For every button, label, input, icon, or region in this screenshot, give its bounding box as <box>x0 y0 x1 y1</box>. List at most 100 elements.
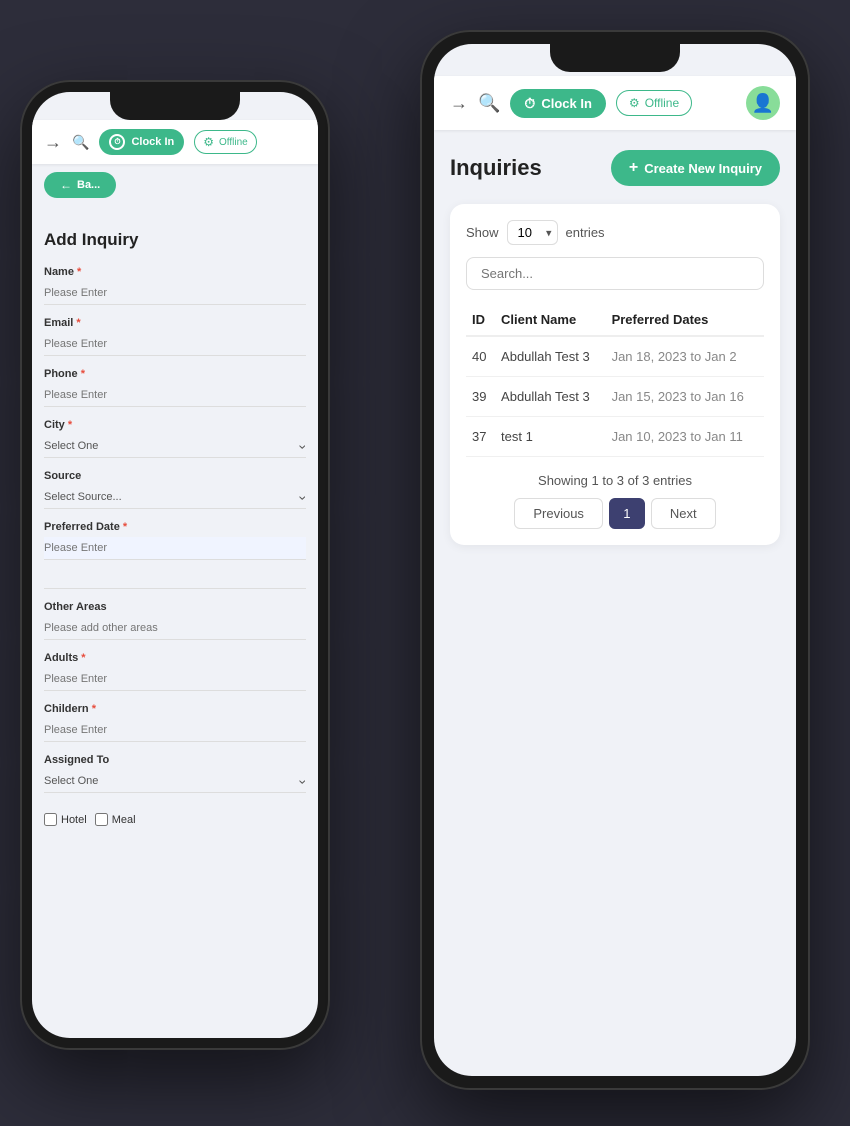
scene: → 🔍 ⏱ Clock In ⚙ Offline ← Ba... <box>0 0 850 1126</box>
email-input[interactable] <box>44 333 306 356</box>
name-input[interactable] <box>44 282 306 305</box>
other-areas-group: Other Areas <box>44 601 306 640</box>
table-body: 40Abdullah Test 3Jan 18, 2023 to Jan 239… <box>466 336 764 457</box>
create-new-inquiry-button[interactable]: + Create New Inquiry <box>611 150 780 186</box>
search-input[interactable] <box>466 257 764 290</box>
inquiries-header: Inquiries + Create New Inquiry <box>450 150 780 186</box>
front-back-arrow-icon: → <box>450 93 468 114</box>
hotel-toggle: Hotel <box>44 813 87 826</box>
preferred-date-label: Preferred Date * <box>44 521 306 533</box>
front-phone-header: → 🔍 ⏱ Clock In ⚙ Offline 👤 <box>434 76 796 130</box>
back-arrow-icon: → <box>44 132 62 153</box>
front-offline-button[interactable]: ⚙ Offline <box>616 90 692 116</box>
plus-icon: + <box>629 159 638 177</box>
meal-toggle: Meal <box>95 813 136 826</box>
table-row[interactable]: 39Abdullah Test 3Jan 15, 2023 to Jan 16 <box>466 377 764 417</box>
cell-preferred-dates: Jan 18, 2023 to Jan 2 <box>606 336 764 377</box>
back-phone: → 🔍 ⏱ Clock In ⚙ Offline ← Ba... <box>20 80 330 1050</box>
phone-input[interactable] <box>44 384 306 407</box>
source-label: Source <box>44 470 306 482</box>
adults-label: Adults * <box>44 652 306 664</box>
back-phone-notch <box>110 92 240 120</box>
user-avatar: 👤 <box>746 86 780 120</box>
add-inquiry-title: Add Inquiry <box>44 230 306 250</box>
front-clock-icon: ⏱ <box>524 95 535 112</box>
other-areas-label: Other Areas <box>44 601 306 613</box>
clock-in-button[interactable]: ⏱ Clock In <box>99 129 184 155</box>
page-1-button[interactable]: 1 <box>609 498 645 529</box>
clock-icon: ⏱ <box>109 134 125 150</box>
table-head: IDClient NamePreferred Dates <box>466 304 764 336</box>
source-select[interactable]: Select Source... <box>44 486 306 509</box>
create-btn-label: Create New Inquiry <box>644 161 762 176</box>
phone-label: Phone * <box>44 368 306 380</box>
phone-field-group: Phone * <box>44 368 306 407</box>
front-phone-screen: → 🔍 ⏱ Clock In ⚙ Offline 👤 Inquiries <box>434 44 796 1076</box>
cell-id: 37 <box>466 417 495 457</box>
show-entries-row: Show 10 25 50 entries <box>466 220 764 245</box>
inquiries-table: IDClient NamePreferred Dates 40Abdullah … <box>466 304 764 457</box>
source-select-wrapper: Select Source... <box>44 486 306 509</box>
cell-client-name: Abdullah Test 3 <box>495 377 606 417</box>
city-field-group: City * Select One <box>44 419 306 458</box>
pagination-buttons: Previous 1 Next <box>514 498 715 529</box>
meal-checkbox[interactable] <box>95 813 108 826</box>
preferred-date-input[interactable] <box>44 537 306 560</box>
previous-button[interactable]: Previous <box>514 498 603 529</box>
table-header-row: IDClient NamePreferred Dates <box>466 304 764 336</box>
gear-icon: ⚙ <box>203 135 214 149</box>
next-button[interactable]: Next <box>651 498 716 529</box>
city-select-wrapper: Select One <box>44 435 306 458</box>
col-2-header: Preferred Dates <box>606 304 764 336</box>
clock-in-label: Clock In <box>131 136 174 148</box>
back-btn-label: Ba... <box>77 179 100 191</box>
adults-input[interactable] <box>44 668 306 691</box>
table-row[interactable]: 40Abdullah Test 3Jan 18, 2023 to Jan 2 <box>466 336 764 377</box>
back-phone-screen: → 🔍 ⏱ Clock In ⚙ Offline ← Ba... <box>32 92 318 1038</box>
other-areas-input[interactable] <box>44 617 306 640</box>
offline-label: Offline <box>219 137 248 148</box>
email-field-group: Email * <box>44 317 306 356</box>
cell-preferred-dates: Jan 15, 2023 to Jan 16 <box>606 377 764 417</box>
entries-select-wrapper: 10 25 50 <box>507 220 558 245</box>
front-main-content: Inquiries + Create New Inquiry Show 10 <box>434 130 796 565</box>
required-mark: * <box>77 266 81 278</box>
children-group: Childern * <box>44 703 306 742</box>
add-inquiry-form: Add Inquiry Name * Email * <box>32 218 318 846</box>
offline-button[interactable]: ⚙ Offline <box>194 130 257 154</box>
cell-client-name: test 1 <box>495 417 606 457</box>
show-label: Show <box>466 225 499 240</box>
city-select[interactable]: Select One <box>44 435 306 458</box>
front-clock-in-button[interactable]: ⏱ Clock In <box>510 89 606 118</box>
entries-select[interactable]: 10 25 50 <box>507 220 558 245</box>
pagination-area: Showing 1 to 3 of 3 entries Previous 1 N… <box>466 473 764 529</box>
name-label: Name * <box>44 266 306 278</box>
children-input[interactable] <box>44 719 306 742</box>
search-icon: 🔍 <box>72 134 89 151</box>
showing-text: Showing 1 to 3 of 3 entries <box>538 473 692 488</box>
back-btn-row: ← Ba... <box>32 164 318 218</box>
back-arrow-btn-icon: ← <box>60 178 72 192</box>
inquiries-title: Inquiries <box>450 155 542 181</box>
adults-group: Adults * <box>44 652 306 691</box>
front-offline-label: Offline <box>645 96 679 110</box>
assigned-to-select[interactable]: Select One <box>44 770 306 793</box>
table-row[interactable]: 37test 1Jan 10, 2023 to Jan 11 <box>466 417 764 457</box>
cell-preferred-dates: Jan 10, 2023 to Jan 11 <box>606 417 764 457</box>
front-search-icon: 🔍 <box>478 93 500 114</box>
back-button[interactable]: ← Ba... <box>44 172 116 198</box>
preferred-date-group: Preferred Date * <box>44 521 306 589</box>
city-label: City * <box>44 419 306 431</box>
back-phone-header: → 🔍 ⏱ Clock In ⚙ Offline <box>32 120 318 164</box>
name-field-group: Name * <box>44 266 306 305</box>
hotel-meal-row: Hotel Meal <box>44 805 306 834</box>
entries-label: entries <box>566 225 605 240</box>
front-gear-icon: ⚙ <box>629 96 640 110</box>
front-clock-in-label: Clock In <box>541 96 592 111</box>
cell-id: 40 <box>466 336 495 377</box>
preferred-date-end-input[interactable] <box>44 566 306 589</box>
hotel-checkbox[interactable] <box>44 813 57 826</box>
cell-id: 39 <box>466 377 495 417</box>
email-label: Email * <box>44 317 306 329</box>
front-phone-notch <box>550 44 680 72</box>
